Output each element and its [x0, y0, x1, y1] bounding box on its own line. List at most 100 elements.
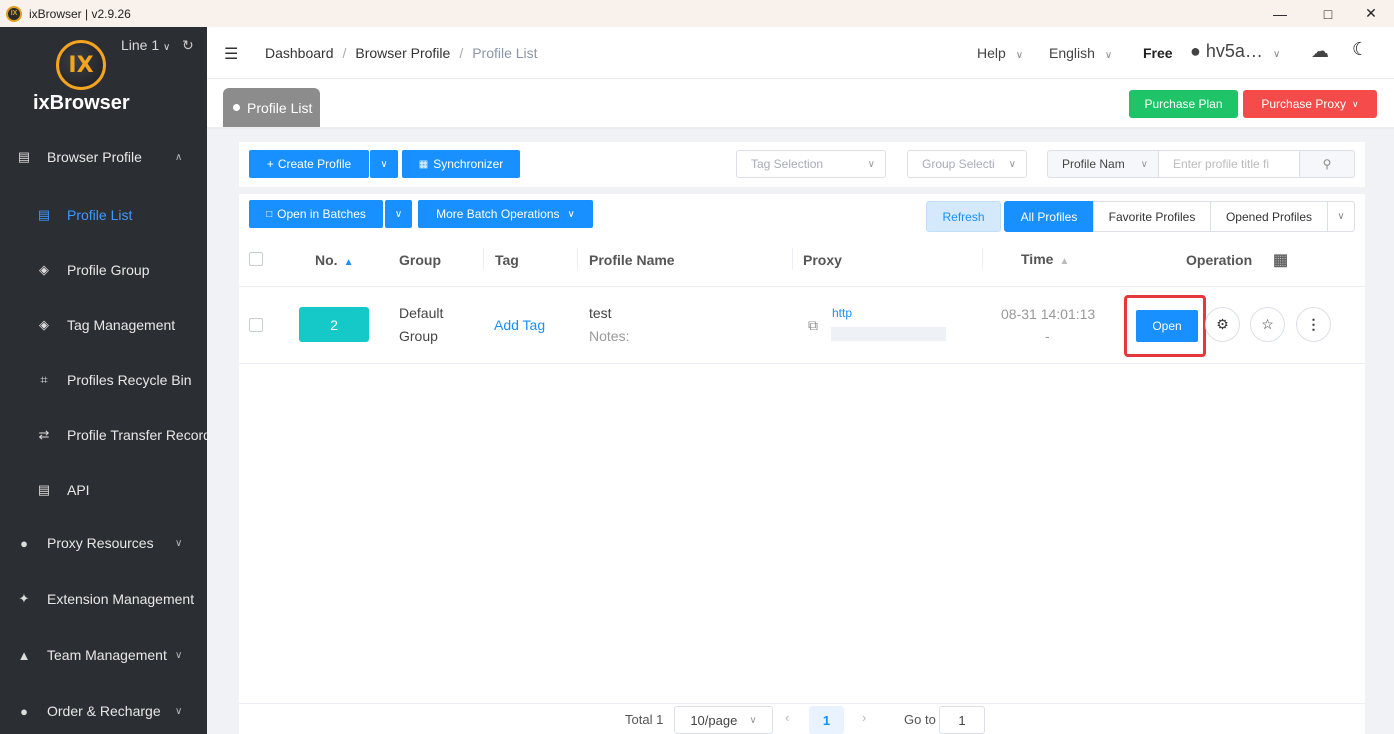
sidebar-item-order-recharge[interactable]: ● Order & Recharge ∨: [0, 691, 207, 731]
favorite-star-icon[interactable]: ☆: [1250, 307, 1285, 342]
tag-selection-select[interactable]: Tag Selection ∨: [736, 150, 886, 178]
row-profile-name: test: [589, 305, 612, 321]
row-time-secondary: -: [1045, 328, 1050, 344]
page-size-select[interactable]: 10/page ∨: [674, 706, 773, 734]
open-in-batches-button[interactable]: □ Open in Batches: [249, 200, 383, 228]
sidebar-item-extension-management[interactable]: ✦ Extension Management: [0, 579, 207, 619]
chevron-down-icon: ∨: [175, 705, 183, 717]
column-settings-icon[interactable]: ▦: [1273, 250, 1288, 270]
next-page-icon[interactable]: ›: [862, 710, 866, 725]
select-all-checkbox[interactable]: [249, 252, 263, 266]
page-1-button[interactable]: 1: [809, 706, 844, 734]
col-no[interactable]: No. ▲: [315, 252, 353, 268]
settings-gear-icon[interactable]: ⚙: [1205, 307, 1240, 342]
help-label: Help: [977, 45, 1006, 61]
goto-label: Go to: [904, 712, 936, 727]
open-profile-button[interactable]: Open: [1136, 310, 1198, 342]
sidebar-item-transfer-record[interactable]: ⇄ Profile Transfer Record: [0, 415, 207, 455]
chevron-up-icon: ∧: [175, 151, 183, 163]
menu-toggle-icon[interactable]: ☰: [224, 44, 238, 64]
filter-favorite-profiles[interactable]: Favorite Profiles: [1093, 201, 1211, 232]
col-operation: Operation: [1186, 252, 1253, 268]
sidebar-item-proxy-resources[interactable]: ● Proxy Resources ∨: [0, 523, 207, 563]
sidebar-item-api[interactable]: ▤ API: [0, 470, 207, 510]
purchase-proxy-label: Purchase Proxy: [1261, 97, 1347, 111]
chevron-down-icon: ∨: [394, 208, 403, 220]
group-selection-label: Group Selecti: [922, 157, 995, 171]
filter-opened-profiles[interactable]: Opened Profiles: [1210, 201, 1328, 232]
breadcrumb-browser-profile[interactable]: Browser Profile: [355, 45, 450, 61]
sidebar-item-label: Profiles Recycle Bin: [67, 372, 192, 388]
chevron-down-icon: ∨: [175, 649, 183, 661]
filter-dropdown[interactable]: ∨: [1327, 201, 1355, 232]
folder-icon: □: [266, 208, 273, 220]
col-time[interactable]: Time ▲: [1021, 251, 1069, 267]
breadcrumb-dashboard[interactable]: Dashboard: [265, 45, 334, 61]
sidebar-item-recycle-bin[interactable]: ⌗ Profiles Recycle Bin: [0, 360, 207, 400]
synchronizer-label: Synchronizer: [433, 157, 504, 171]
col-time-label: Time: [1021, 251, 1054, 267]
page-size-label: 10/page: [690, 712, 738, 728]
tab-profile-list[interactable]: Profile List: [223, 88, 320, 127]
language-menu[interactable]: English ∨: [1049, 45, 1112, 61]
dark-mode-icon[interactable]: ☾: [1352, 39, 1368, 60]
sidebar-item-profile-list[interactable]: ▤ Profile List: [0, 195, 207, 235]
purchase-proxy-button[interactable]: Purchase Proxy ∨: [1243, 90, 1377, 118]
search-button[interactable]: ⚲: [1299, 150, 1355, 178]
tag-layers-icon: ◈: [39, 317, 49, 332]
proxy-address-redacted: [831, 327, 946, 341]
sidebar-item-label: Browser Profile: [47, 149, 142, 165]
goto-page-input[interactable]: 1: [939, 706, 985, 734]
sidebar-item-team-management[interactable]: ▲ Team Management ∨: [0, 635, 207, 675]
more-options-icon[interactable]: ⋮: [1296, 307, 1331, 342]
close-button[interactable]: ✕: [1348, 0, 1394, 27]
user-icon: ●: [1190, 41, 1201, 61]
col-tag: Tag: [495, 252, 519, 268]
top-header: ☰ Dashboard / Browser Profile / Profile …: [207, 27, 1394, 79]
minimize-button[interactable]: —: [1257, 0, 1303, 27]
add-tag-link[interactable]: Add Tag: [494, 317, 545, 333]
user-menu[interactable]: ● hv5a… ∨: [1190, 41, 1280, 62]
open-in-batches-dropdown[interactable]: ∨: [385, 200, 412, 228]
sidebar-item-label: Tag Management: [67, 317, 176, 333]
search-input[interactable]: Enter profile title fi: [1158, 150, 1300, 178]
group-selection-select[interactable]: Group Selecti ∨: [907, 150, 1027, 178]
download-icon[interactable]: ☁: [1311, 41, 1329, 62]
chevron-down-icon: ∨: [1104, 50, 1113, 61]
language-label: English: [1049, 45, 1095, 61]
synchronizer-button[interactable]: ▦ Synchronizer: [402, 150, 520, 178]
sort-icon: ▲: [1059, 256, 1070, 267]
row-notes: Notes:: [589, 328, 630, 344]
sidebar-item-label: API: [67, 482, 90, 498]
line-selector[interactable]: Line 1 ∨: [121, 37, 170, 53]
proxy-link-icon: ⧉: [808, 317, 818, 333]
team-icon: ▲: [17, 647, 31, 663]
search-placeholder: Enter profile title fi: [1173, 157, 1270, 171]
search-field-select[interactable]: Profile Nam ∨: [1047, 150, 1159, 178]
list-icon: ▤: [37, 207, 51, 222]
sidebar-item-profile-group[interactable]: ◈ Profile Group: [0, 250, 207, 290]
create-profile-button[interactable]: + Create Profile: [249, 150, 369, 178]
proxy-type: http: [832, 306, 853, 320]
filter-all-profiles[interactable]: All Profiles: [1004, 201, 1094, 232]
open-in-batches-label: Open in Batches: [277, 207, 366, 221]
sidebar-item-tag-management[interactable]: ◈ Tag Management: [0, 305, 207, 345]
refresh-button[interactable]: Refresh: [926, 201, 1001, 232]
sidebar-item-browser-profile[interactable]: ▤ Browser Profile ∧: [0, 137, 207, 177]
sidebar-item-label: Extension Management: [47, 591, 195, 607]
chevron-down-icon: ∨: [163, 42, 171, 53]
row-group-line1: Default: [399, 305, 444, 321]
profile-number-badge: 2: [299, 307, 369, 342]
maximize-button[interactable]: □: [1305, 0, 1351, 27]
transfer-icon: ⇄: [38, 427, 50, 442]
chevron-down-icon: ∨: [749, 714, 757, 726]
prev-page-icon[interactable]: ‹: [785, 710, 789, 725]
more-batch-operations-button[interactable]: More Batch Operations ∨: [418, 200, 593, 228]
refresh-icon[interactable]: ↻: [182, 37, 194, 54]
help-menu[interactable]: Help ∨: [977, 45, 1023, 61]
purchase-plan-button[interactable]: Purchase Plan: [1129, 90, 1238, 118]
brand-logo: IX: [56, 40, 106, 90]
col-group: Group: [399, 252, 441, 268]
create-profile-dropdown[interactable]: ∨: [370, 150, 398, 178]
row-checkbox[interactable]: [249, 318, 263, 332]
